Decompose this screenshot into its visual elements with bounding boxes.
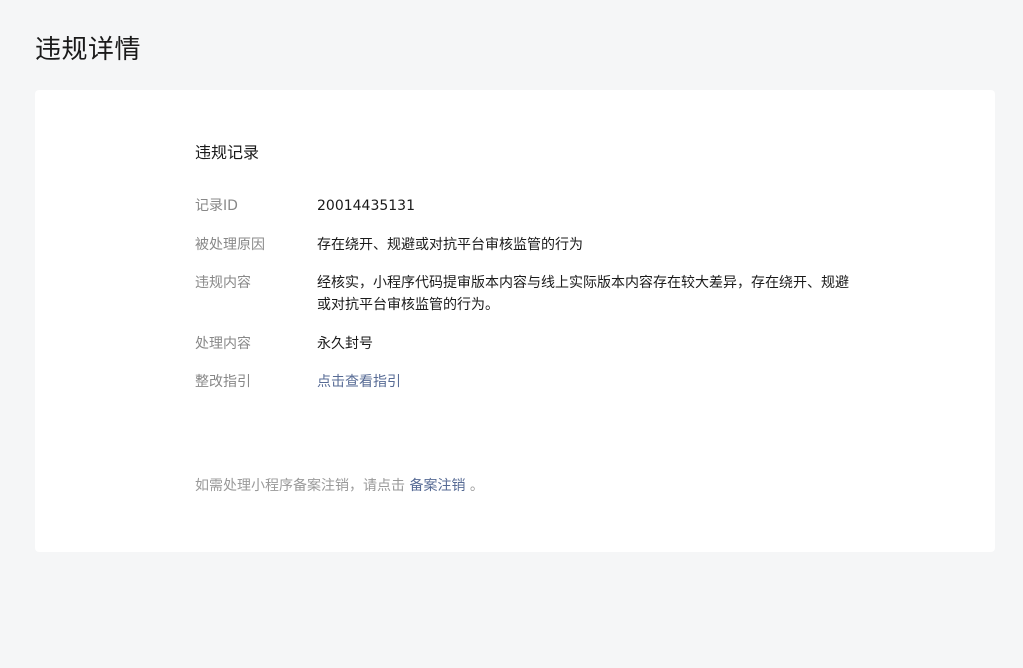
violation-content-label: 违规内容 bbox=[195, 275, 251, 291]
page-title: 违规详情 bbox=[35, 35, 142, 65]
footer-text-after: 。 bbox=[465, 478, 484, 494]
view-guide-link[interactable]: 点击查看指引 bbox=[317, 371, 857, 393]
violation-detail-card: 违规记录 记录ID 20014435131 被处理原因 存在绕开、规避或对抗平台… bbox=[35, 90, 995, 552]
reason-label: 被处理原因 bbox=[195, 237, 265, 253]
record-id-value: 20014435131 bbox=[317, 198, 415, 214]
penalty-value: 永久封号 bbox=[317, 336, 373, 352]
violation-content-value: 经核实，小程序代码提审版本内容与线上实际版本内容存在较大差异，存在绕开、规避或对… bbox=[317, 275, 849, 313]
record-id-label: 记录ID bbox=[195, 198, 238, 214]
filing-cancellation-note: 如需处理小程序备案注销，请点击 备案注销 。 bbox=[195, 475, 484, 497]
penalty-label: 处理内容 bbox=[195, 336, 251, 352]
section-title: 违规记录 bbox=[195, 143, 260, 162]
filing-cancellation-link[interactable]: 备案注销 bbox=[409, 478, 465, 494]
footer-text-before: 如需处理小程序备案注销，请点击 bbox=[195, 478, 410, 494]
reason-value: 存在绕开、规避或对抗平台审核监管的行为 bbox=[317, 237, 583, 253]
rectification-guide-label: 整改指引 bbox=[195, 374, 251, 390]
